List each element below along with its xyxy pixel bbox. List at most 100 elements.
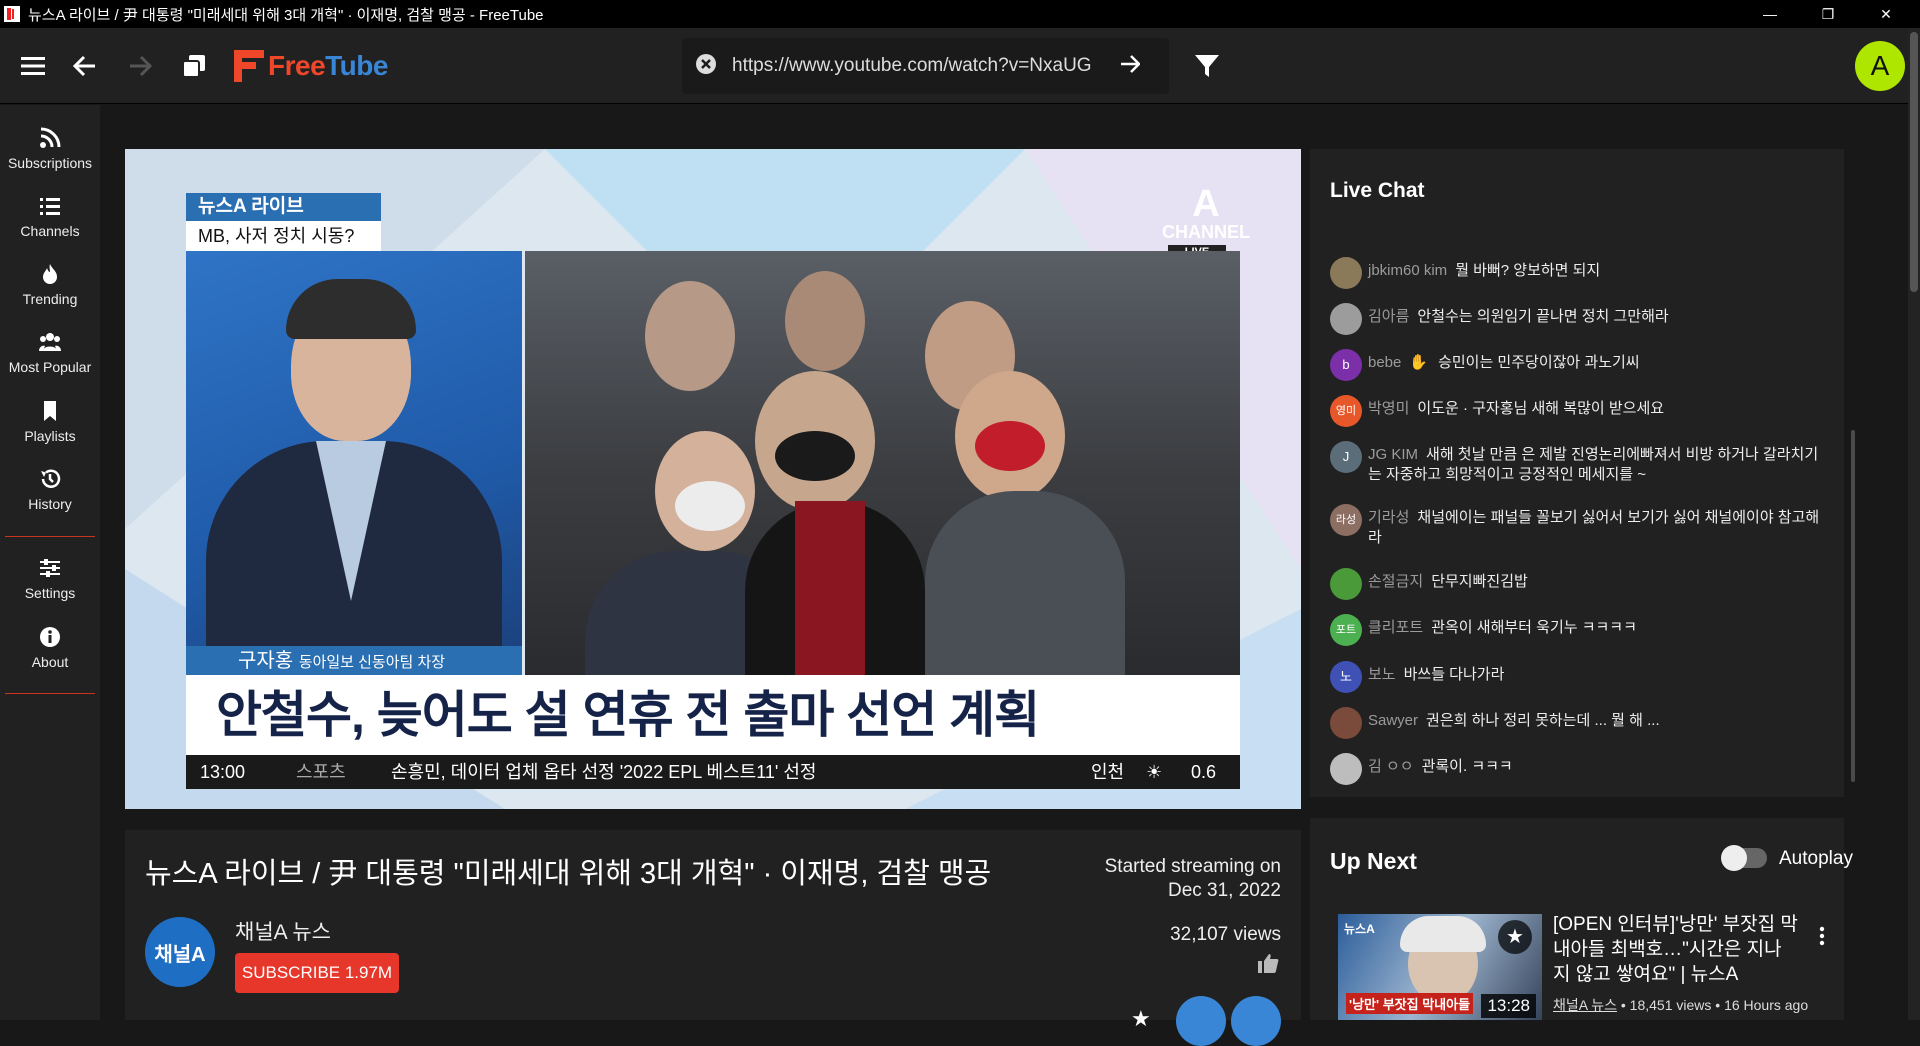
autoplay-toggle[interactable] (1721, 845, 1767, 871)
up-next-video-title[interactable]: [OPEN 인터뷰]'낭만' 부잣집 막내아들 최백호…"시간은 지나지 않고 … (1553, 912, 1799, 987)
page-scrollbar-thumb[interactable] (1910, 32, 1918, 292)
channel-logo-text: CHANNEL (1162, 222, 1250, 242)
search-filter-button[interactable] (1189, 48, 1225, 84)
close-window-button[interactable]: ✕ (1857, 0, 1915, 28)
channel-name[interactable]: 채널A 뉴스 (235, 916, 331, 946)
member-badge-icon: ✋ (1409, 354, 1429, 371)
channel-avatar[interactable]: 채널A (145, 917, 215, 987)
fire-icon (43, 264, 57, 284)
chat-text: 승민이는 민주당이잖아 과노기씨 (1438, 354, 1640, 371)
up-next-thumbnail[interactable]: 뉴스A ★ '낭만' 부잣집 막내아들 13:28 (1338, 914, 1542, 1020)
sliders-icon (40, 559, 60, 577)
video-player[interactable]: 뉴스A 라이브 MB, 사저 정치 시동? A CHANNEL LIVE 구자홍… (125, 149, 1301, 809)
forward-button[interactable] (122, 48, 158, 84)
sidebar-item-label: Most Popular (8, 359, 92, 375)
favorite-star-icon[interactable]: ★ (1131, 1006, 1151, 1032)
thumbs-up-icon (1258, 954, 1279, 973)
chat-author: 기라성 (1368, 509, 1410, 526)
guest-name: 구자홍 (238, 650, 294, 672)
chat-text: 이도운 · 구자홍님 새해 복많이 받으세요 (1417, 400, 1665, 417)
guest-role: 동아일보 신동아팀 차장 (298, 654, 446, 671)
chat-message-list[interactable]: jbkim60 kim 뭘 바뻐? 양보하면 되지 김아름 안철수는 의원임기 끝나… (1310, 209, 1844, 789)
news-ticker: 13:00 스포츠 손흥민, 데이터 업체 옵타 선정 '2022 EPL 베스… (186, 755, 1240, 789)
ticker-time: 13:00 (200, 762, 246, 782)
video-duration: 13:28 (1481, 994, 1536, 1018)
weather-city: 인천 (1091, 762, 1125, 782)
chat-text: 안철수는 의원임기 끝나면 정치 그만해라 (1417, 308, 1669, 325)
up-next-channel-link[interactable]: 채널A 뉴스 (1553, 997, 1617, 1013)
chat-scrollbar[interactable] (1851, 430, 1855, 782)
thumbnail-caption: '낭만' 부잣집 막내아들 (1346, 993, 1474, 1014)
sun-icon: ☀ (1146, 762, 1163, 782)
chat-avatar (1330, 753, 1362, 785)
news-headline: 안철수, 늦어도 설 연휴 전 출마 선언 계획 (186, 675, 1240, 755)
clear-search-button[interactable] (696, 53, 716, 79)
program-badge: 뉴스A 라이브 (186, 193, 381, 221)
chat-author: 김아름 (1368, 308, 1410, 325)
open-in-youtube-button[interactable] (1176, 996, 1226, 1046)
chat-text: 뭘 바뻐? 양보하면 되지 (1455, 262, 1601, 279)
new-window-button[interactable] (176, 48, 212, 84)
chat-avatar (1330, 303, 1362, 335)
profile-avatar[interactable]: A (1855, 41, 1905, 91)
up-next-title: Up Next (1330, 848, 1417, 874)
freetube-logo[interactable]: FreeTube (234, 50, 388, 82)
chat-text: 관록이. ㅋㅋㅋ (1421, 758, 1513, 775)
channel-a-logo: A CHANNEL (1162, 183, 1250, 242)
back-button[interactable] (67, 48, 103, 84)
chat-avatar: J (1330, 441, 1362, 473)
sidebar-item-channels[interactable]: Channels (0, 195, 100, 255)
maximize-button[interactable]: ❐ (1799, 0, 1857, 28)
chat-avatar: 라성 (1330, 504, 1362, 536)
sidebar-item-most-popular[interactable]: Most Popular (0, 331, 100, 391)
history-icon (41, 469, 61, 488)
sidebar-item-label: Settings (24, 585, 76, 601)
sidebar-divider (5, 693, 95, 694)
freetube-logo-icon (234, 50, 264, 82)
live-chat-title: Live Chat (1330, 179, 1425, 202)
chat-author: 보노 (1368, 666, 1396, 683)
stream-start-date: Started streaming on Dec 31, 2022 (1104, 856, 1281, 901)
chat-text: 바쓰들 다나가라 (1403, 666, 1505, 683)
more-options-icon[interactable] (1819, 926, 1825, 946)
chat-author: 김 ㅇㅇ (1368, 758, 1414, 775)
news-a-thumb-logo: 뉴스A (1344, 922, 1375, 936)
arrow-right-icon (1121, 54, 1141, 73)
live-chat-panel: Live Chat jbkim60 kim 뭘 바뻐? 양보하면 되지 김아름 안철… (1310, 149, 1844, 797)
sidebar-item-subscriptions[interactable]: Subscriptions (0, 127, 100, 187)
page-scrollbar[interactable] (1908, 28, 1920, 1020)
subscribe-button[interactable]: SUBSCRIBE 1.97M (235, 953, 399, 993)
sidebar-item-about[interactable]: About (0, 626, 100, 686)
sidebar-divider (5, 536, 95, 537)
top-nav: FreeTube A (0, 28, 1920, 104)
sidebar-item-settings[interactable]: Settings (0, 557, 100, 617)
chat-text: 권은희 하나 정리 못하는데 ... 뭘 해 ... (1426, 712, 1660, 729)
rss-icon (40, 127, 61, 148)
search-input[interactable] (732, 55, 1112, 77)
sidebar-item-trending[interactable]: Trending (0, 263, 100, 323)
chat-author: Sawyer (1368, 712, 1419, 729)
up-next-video-meta: 채널A 뉴스 • 18,451 views • 16 Hours ago (1553, 997, 1809, 1013)
info-icon (40, 627, 60, 647)
sidebar-item-label: About (31, 654, 69, 670)
sidebar-item-playlists[interactable]: Playlists (0, 400, 100, 460)
video-info-panel: 뉴스A 라이브 / 尹 대통령 "미래세대 위해 3대 개혁" · 이재명, 검… (125, 830, 1301, 1046)
chat-text: 관옥이 새해부터 욱기누 ㅋㅋㅋㅋ (1431, 619, 1637, 636)
anchor-shot (186, 251, 522, 681)
freetube-app-icon (4, 6, 20, 22)
go-button[interactable] (1120, 54, 1141, 78)
users-icon (39, 333, 61, 351)
chat-avatar: 포트 (1330, 614, 1362, 646)
sidebar-item-history[interactable]: History (0, 468, 100, 528)
chat-author: 손절금지 (1368, 573, 1424, 590)
chat-text: 채널에이는 패널들 꼴보기 싫어서 보기가 싫어 채널에이야 참고해라 (1368, 509, 1820, 546)
guest-nameplate: 구자홍 동아일보 신동아팀 차장 (186, 646, 522, 676)
sidebar-item-label: History (28, 496, 72, 512)
save-star-icon[interactable]: ★ (1498, 920, 1532, 954)
minimize-button[interactable]: — (1741, 0, 1799, 28)
sidebar-item-label: Playlists (24, 428, 76, 444)
chat-avatar (1330, 568, 1362, 600)
menu-button[interactable] (15, 48, 51, 84)
share-button[interactable] (1231, 996, 1281, 1046)
chat-author: jbkim60 kim (1368, 262, 1448, 279)
